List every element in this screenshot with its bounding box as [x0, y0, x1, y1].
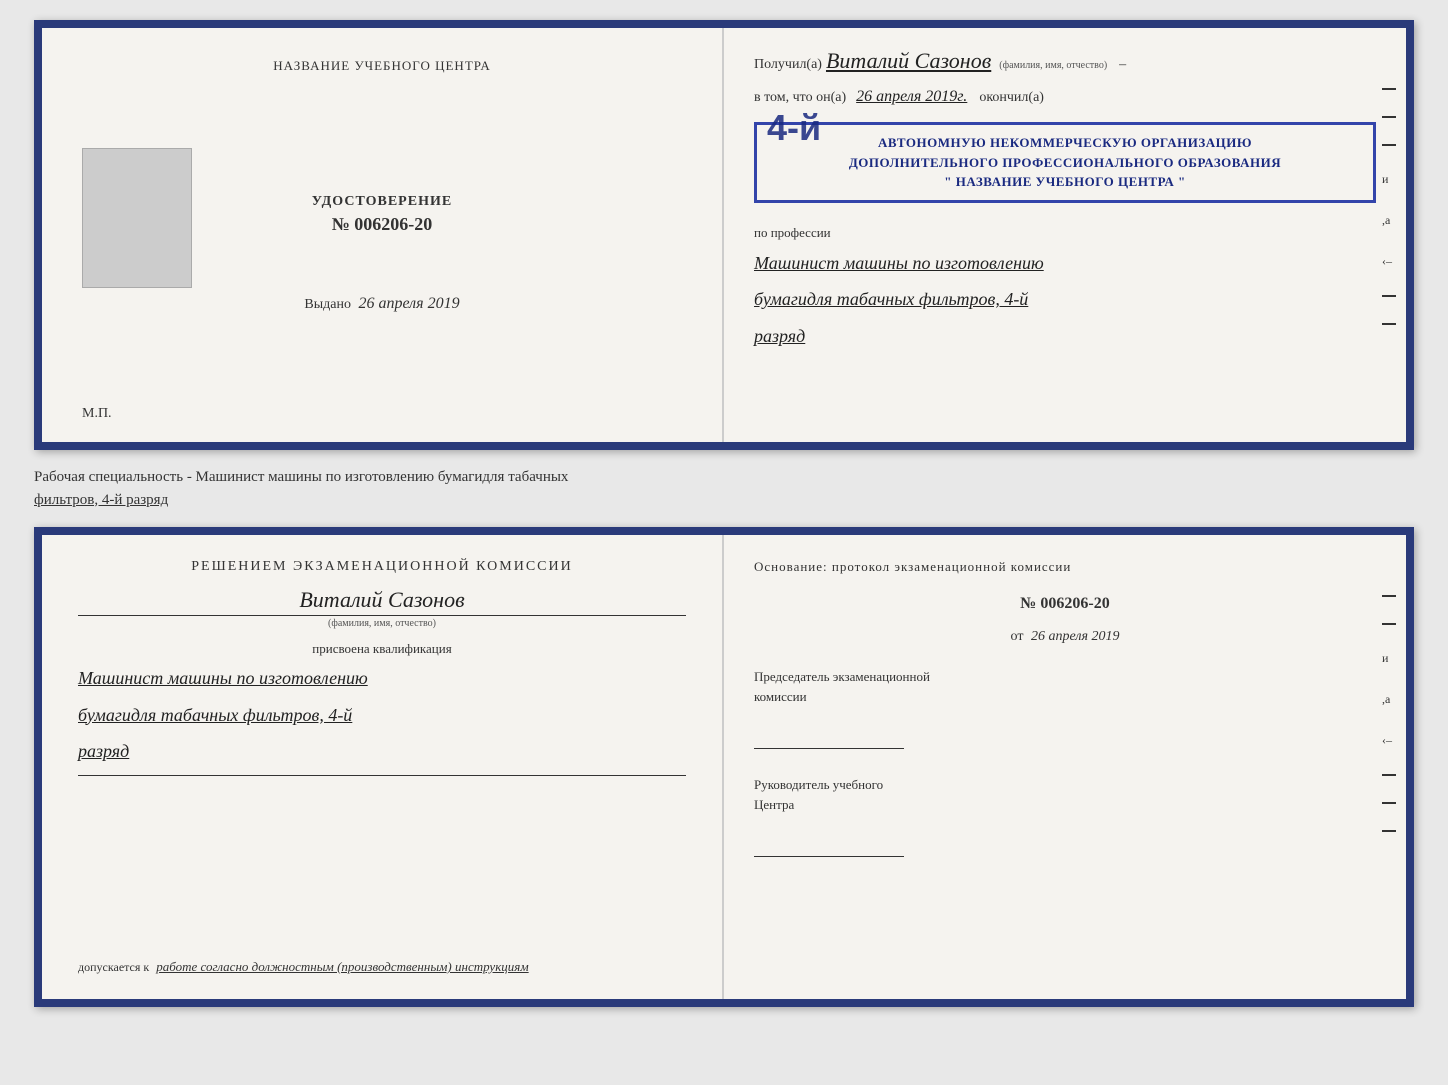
poluchil-prefix: Получил(а) — [754, 57, 822, 73]
prof-line1: Машинист машины по изготовлению — [754, 249, 1376, 278]
okonchil-label: окончил(а) — [979, 90, 1044, 106]
qual-line2: бумагидля табачных фильтров, 4-й — [78, 700, 686, 731]
qual-underline — [78, 775, 686, 776]
rukovoditel-signature-line — [754, 856, 904, 857]
prof-line3: разряд — [754, 322, 1376, 351]
dash-arrow: ‹– — [1382, 254, 1396, 269]
photo-placeholder — [82, 148, 192, 288]
fio-small-top: (фамилия, имя, отчество) — [999, 60, 1107, 71]
section-label: Рабочая специальность - Машинист машины … — [34, 462, 1414, 515]
rukovoditel-label: Руководитель учебного Центра — [754, 775, 1376, 814]
stamp-line1: АВТОНОМНУЮ НЕКОММЕРЧЕСКУЮ ОРГАНИЗАЦИЮ — [771, 133, 1359, 153]
top-doc-right: Получил(а) Виталий Сазонов (фамилия, имя… — [724, 28, 1406, 442]
prof-line2: бумагидля табачных фильтров, 4-й — [754, 285, 1376, 314]
dash2-3 — [1382, 774, 1396, 776]
right-side-dashes2: и ,а ‹– — [1382, 595, 1396, 832]
stamp-number: 4-й — [767, 107, 821, 149]
dash-a: ,а — [1382, 213, 1396, 228]
top-document: НАЗВАНИЕ УЧЕБНОГО ЦЕНТРА УДОСТОВЕРЕНИЕ №… — [34, 20, 1414, 450]
po-professii-label: по профессии — [754, 225, 1376, 241]
poluchil-line: Получил(а) Виталий Сазонов (фамилия, имя… — [754, 48, 1376, 74]
resheniem-title: Решением экзаменационной комиссии — [78, 559, 686, 575]
dash2-5 — [1382, 830, 1396, 832]
qual-line3: разряд — [78, 736, 686, 767]
recipient-name: Виталий Сазонов — [826, 48, 991, 74]
cert-date-handwritten: 26 апреля 2019г. — [856, 88, 967, 106]
right-side-dashes: и ,а ‹– — [1382, 88, 1396, 325]
dash2-4 — [1382, 802, 1396, 804]
dopuskaetsya-line: допускается к работе согласно должностны… — [78, 943, 686, 975]
stamp-line2: ДОПОЛНИТЕЛЬНОГО ПРОФЕССИОНАЛЬНОГО ОБРАЗО… — [771, 153, 1359, 173]
dash-3 — [1382, 144, 1396, 146]
dash-1 — [1382, 88, 1396, 90]
dopuskaetsya-text: работе согласно должностным (производств… — [156, 959, 528, 974]
mp-label: М.П. — [82, 406, 112, 422]
udostoverenie-block: УДОСТОВЕРЕНИЕ № 006206-20 — [312, 194, 452, 235]
vtom-prefix: в том, что он(а) — [754, 90, 846, 106]
proto-num: № 006206-20 — [754, 595, 1376, 613]
prisvoena-label: присвоена квалификация — [78, 641, 686, 657]
vydano-date: 26 апреля 2019 — [358, 295, 459, 312]
dash2-i: и — [1382, 651, 1396, 666]
bottom-recipient-name: Виталий Сазонов — [78, 587, 686, 613]
ot-label: от — [1011, 629, 1024, 644]
qual-line1: Машинист машины по изготовлению — [78, 663, 686, 694]
bottom-name-block: Виталий Сазонов (фамилия, имя, отчество) — [78, 587, 686, 629]
dash2-arrow: ‹– — [1382, 733, 1396, 748]
dash2-a: ,а — [1382, 692, 1396, 707]
name-underline — [78, 615, 686, 616]
section-line1: Рабочая специальность - Машинист машины … — [34, 469, 568, 485]
dash-5 — [1382, 323, 1396, 325]
dash-2 — [1382, 116, 1396, 118]
dash-4 — [1382, 295, 1396, 297]
ot-date-value: 26 апреля 2019 — [1031, 629, 1119, 644]
predsedatel-text: Председатель экзаменационной комиссии — [754, 669, 930, 704]
top-doc-center-title: НАЗВАНИЕ УЧЕБНОГО ЦЕНТРА — [273, 58, 490, 74]
vydano-line: Выдано 26 апреля 2019 — [304, 295, 459, 313]
stamp-block: 4-й АВТОНОМНУЮ НЕКОММЕРЧЕСКУЮ ОРГАНИЗАЦИ… — [754, 122, 1376, 203]
udostoverenie-label: УДОСТОВЕРЕНИЕ — [312, 194, 452, 210]
fio-small-bottom: (фамилия, имя, отчество) — [78, 618, 686, 629]
vydano-label: Выдано — [304, 297, 351, 312]
vtom-line: в том, что он(а) 26 апреля 2019г. окончи… — [754, 88, 1376, 106]
predsedatel-signature-line — [754, 748, 904, 749]
bottom-doc-right: Основание: протокол экзаменационной коми… — [724, 535, 1406, 999]
stamp-line3: " НАЗВАНИЕ УЧЕБНОГО ЦЕНТРА " — [771, 172, 1359, 192]
ot-date-line: от 26 апреля 2019 — [754, 629, 1376, 645]
top-doc-left: НАЗВАНИЕ УЧЕБНОГО ЦЕНТРА УДОСТОВЕРЕНИЕ №… — [42, 28, 724, 442]
dash-i: и — [1382, 172, 1396, 187]
osnovanie-title: Основание: протокол экзаменационной коми… — [754, 559, 1376, 575]
section-line2: фильтров, 4-й разряд — [34, 492, 168, 508]
dash2-2 — [1382, 623, 1396, 625]
dash2-1 — [1382, 595, 1396, 597]
bottom-document: Решением экзаменационной комиссии Витали… — [34, 527, 1414, 1007]
udostoverenie-num: № 006206-20 — [312, 214, 452, 235]
predsedatel-label: Председатель экзаменационной комиссии — [754, 667, 1376, 706]
dopuskaetsya-prefix: допускается к — [78, 960, 149, 974]
rukovoditel-text: Руководитель учебного Центра — [754, 777, 883, 812]
bottom-doc-left: Решением экзаменационной комиссии Витали… — [42, 535, 724, 999]
